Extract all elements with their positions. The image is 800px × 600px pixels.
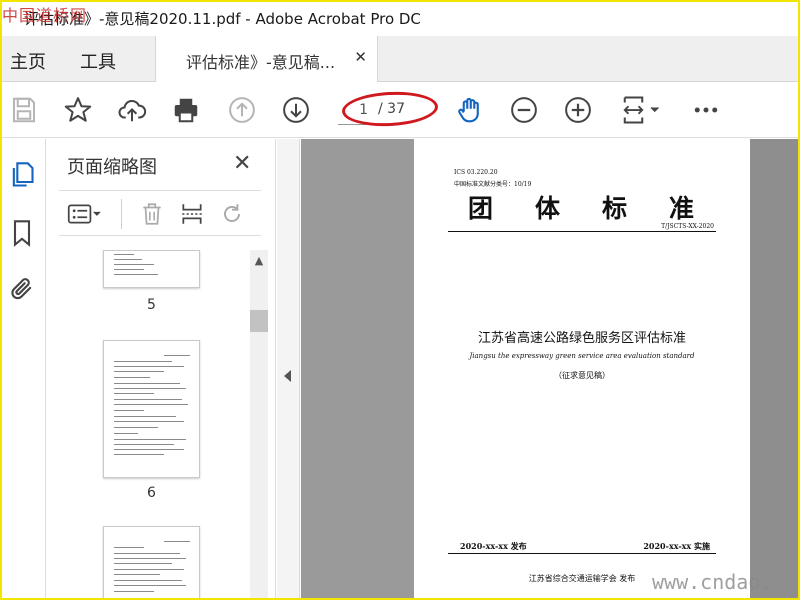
save-icon[interactable] <box>8 94 40 126</box>
footer-rule <box>448 553 716 554</box>
viewport-gutter <box>750 139 800 600</box>
bookmark-icon[interactable] <box>6 217 38 249</box>
title-char: 准 <box>668 194 696 223</box>
main-toolbar: / 37 <box>0 82 800 138</box>
arrow-up-icon[interactable] <box>226 94 258 126</box>
insert-page-icon[interactable] <box>177 199 207 229</box>
title-char: 标 <box>601 194 629 223</box>
upload-cloud-icon[interactable] <box>116 94 148 126</box>
thumbnail-page-number: 6 <box>147 485 156 501</box>
thumbnails-panel: 页面缩略图 ✕ 5 6 ▲ <box>47 139 276 600</box>
panel-collapse-strip <box>277 139 300 600</box>
tab-bar: 主页 工具 评估标准》-意见稿... ✕ <box>0 36 800 82</box>
trash-icon[interactable] <box>137 199 167 229</box>
page-number-input[interactable] <box>338 95 372 125</box>
standard-code: T/JSCTS-XX-2020 <box>661 223 714 230</box>
collapse-panel-icon[interactable] <box>284 370 291 382</box>
panel-title: 页面缩略图 <box>67 157 157 178</box>
document-tab-label: 评估标准》-意见稿... <box>186 53 336 72</box>
arrow-down-icon[interactable] <box>280 94 312 126</box>
zoom-out-icon[interactable] <box>508 94 540 126</box>
english-title: Jiangsu the expressway green service are… <box>469 352 695 360</box>
scrollbar-thumb[interactable] <box>250 310 268 332</box>
star-icon[interactable] <box>62 94 94 126</box>
title-char: 体 <box>534 194 562 223</box>
more-icon[interactable] <box>690 94 722 126</box>
tab-home[interactable]: 主页 <box>10 48 46 74</box>
thumbnail-page-number: 5 <box>147 297 156 313</box>
title-bar: 评估标准》-意见稿2020.11.pdf - Adobe Acrobat Pro… <box>0 0 800 36</box>
tab-tools[interactable]: 工具 <box>80 48 116 74</box>
document-heading: 江苏省高速公路绿色服务区评估标准 <box>477 331 686 346</box>
tab-document[interactable]: 评估标准》-意见稿... ✕ <box>155 36 378 82</box>
standard-type-title: 团 体 标 准 <box>454 189 710 225</box>
thumbnail-list: 5 6 <box>47 250 247 600</box>
close-tab-icon[interactable]: ✕ <box>354 48 367 66</box>
implement-date: 2020-xx-xx 实施 <box>643 541 710 551</box>
toolbar-divider <box>121 199 122 229</box>
zoom-in-icon[interactable] <box>562 94 594 126</box>
publish-date: 2020-xx-xx 发布 <box>460 541 527 551</box>
document-page: ICS 03.220.20 中国标准文献分类号：10/19 团 体 标 准 T/… <box>414 139 750 600</box>
watermark-logo-text: 中国道桥网 <box>2 6 88 25</box>
thumbnail-toolbar <box>59 190 261 236</box>
page-total-label: / 37 <box>378 101 405 117</box>
thumbnail-scrollbar[interactable]: ▲ <box>250 250 268 600</box>
scroll-up-icon[interactable]: ▲ <box>250 252 268 270</box>
thumbnail-page[interactable] <box>103 340 200 478</box>
options-icon[interactable] <box>63 199 107 229</box>
document-viewport[interactable]: ICS 03.220.20 中国标准文献分类号：10/19 团 体 标 准 T/… <box>301 139 800 600</box>
hand-icon[interactable] <box>454 94 486 126</box>
classification-number: 中国标准文献分类号：10/19 <box>454 181 532 188</box>
thumbnail-page[interactable] <box>103 250 200 288</box>
page-fit-icon[interactable] <box>618 94 664 126</box>
page-navigator: / 37 <box>338 95 436 125</box>
watermark-url-text: www.cndao. <box>652 570 773 594</box>
print-icon[interactable] <box>170 94 202 126</box>
close-panel-icon[interactable]: ✕ <box>233 151 251 176</box>
title-char: 团 <box>468 194 496 223</box>
pages-icon[interactable] <box>6 159 38 191</box>
attachment-icon[interactable] <box>6 273 38 305</box>
left-icon-strip <box>0 139 46 600</box>
header-rule <box>448 231 716 232</box>
rotate-icon[interactable] <box>217 199 247 229</box>
thumbnail-page[interactable] <box>103 526 200 600</box>
draft-note: （征求意见稿） <box>554 371 610 380</box>
ics-code: ICS 03.220.20 <box>454 169 498 176</box>
